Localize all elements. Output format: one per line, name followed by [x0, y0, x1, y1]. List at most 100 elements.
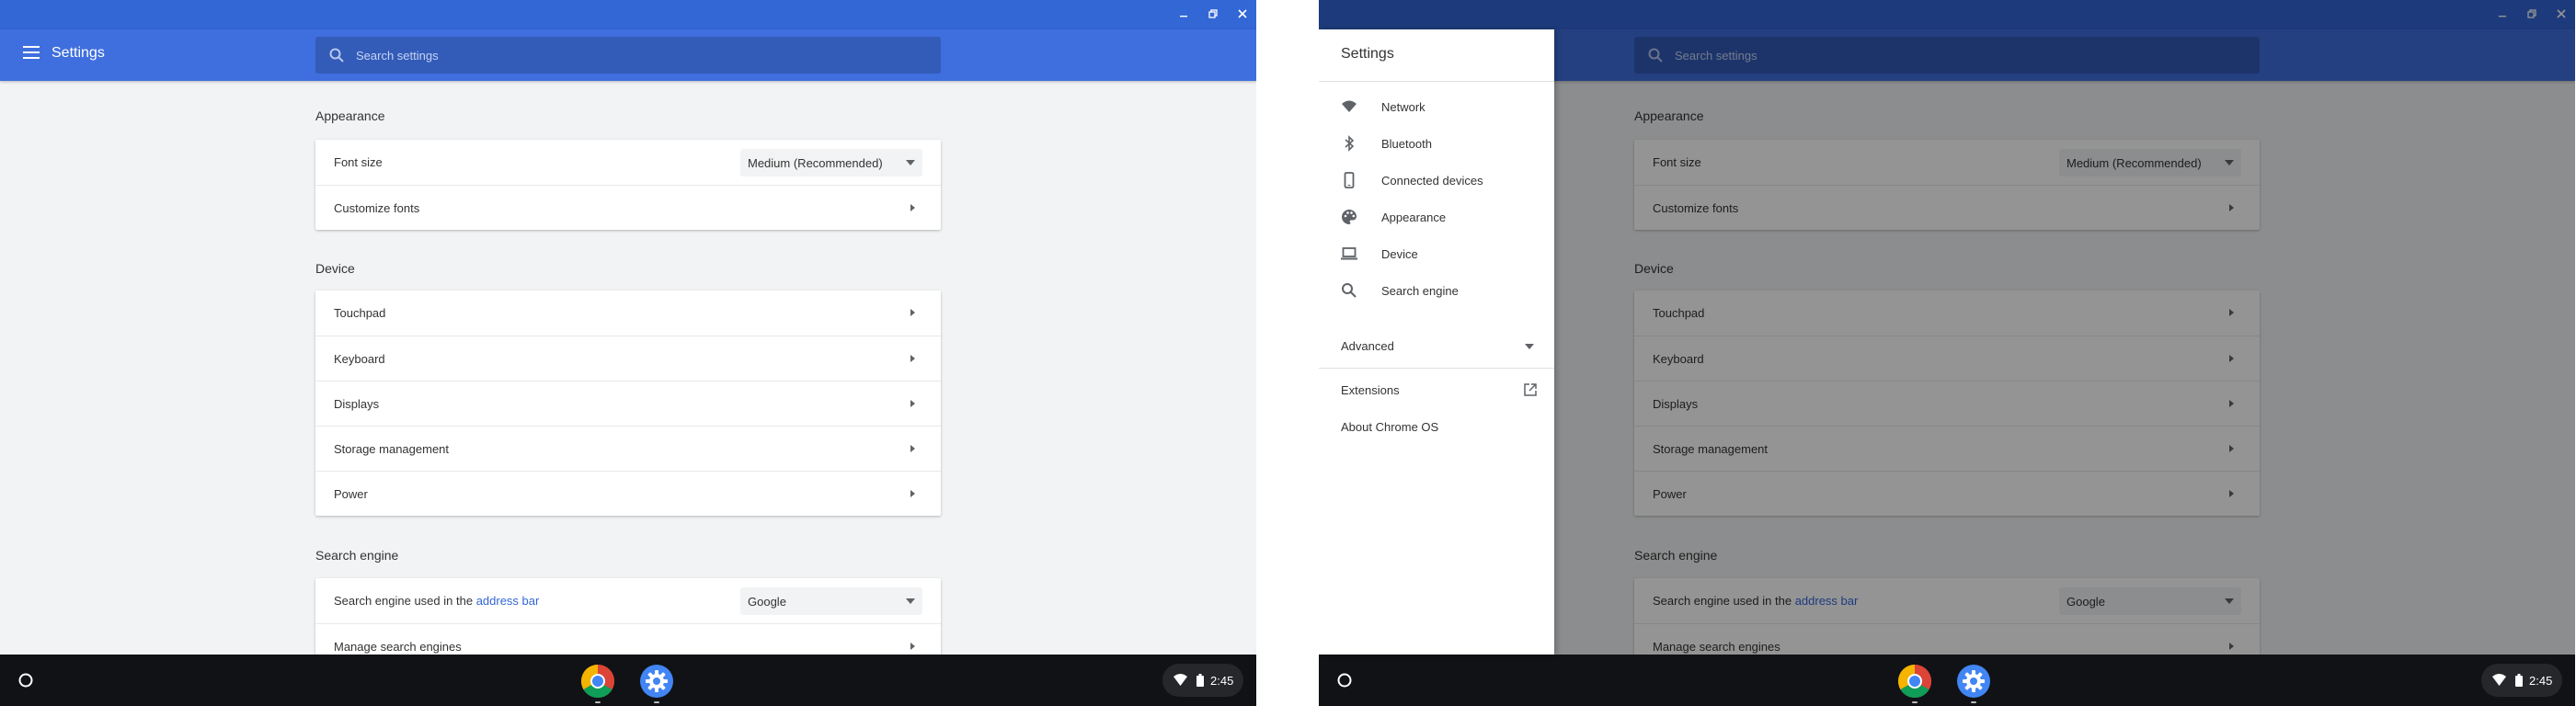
nav-item-device[interactable]: Device — [1319, 235, 1554, 272]
launcher-icon[interactable] — [1334, 669, 1356, 691]
shelf: 2:45 — [1319, 655, 2575, 706]
customize-fonts-row[interactable]: Customize fonts — [315, 185, 941, 230]
nav-item-bluetooth[interactable]: Bluetooth — [1319, 125, 1554, 162]
launcher-icon[interactable] — [15, 669, 37, 691]
chevron-right-icon — [910, 309, 915, 316]
minimize-icon — [1180, 16, 1187, 17]
nav-item-advanced[interactable]: Advanced — [1319, 327, 1554, 364]
nav-item-label: Appearance — [1381, 211, 1447, 224]
wifi-icon — [2492, 674, 2506, 686]
minimize-button[interactable] — [1174, 6, 1194, 24]
device-row-label: Touchpad — [334, 306, 386, 320]
font-size-value: Medium (Recommended) — [748, 156, 883, 170]
address-bar-link[interactable]: address bar — [476, 594, 540, 608]
open-in-new-icon — [1524, 383, 1537, 396]
chrome-app[interactable] — [580, 665, 615, 699]
search-icon — [329, 48, 344, 63]
search-engine-card: Search engine used in the address bar Go… — [315, 578, 941, 655]
close-icon — [1238, 9, 1247, 18]
nav-item-network[interactable]: Network — [1319, 88, 1554, 125]
close-button[interactable] — [1232, 6, 1253, 24]
device-row-displays[interactable]: Displays — [315, 381, 941, 426]
menu-button[interactable] — [18, 42, 44, 68]
search-engine-row: Search engine used in the address bar Go… — [315, 578, 941, 623]
device-row-touchpad[interactable]: Touchpad — [315, 290, 941, 336]
manage-search-engines-row[interactable]: Manage search engines — [315, 623, 941, 655]
nav-item-search-engine[interactable]: Search engine — [1319, 272, 1554, 309]
wifi-icon — [1174, 674, 1187, 686]
section-title-appearance: Appearance — [315, 108, 385, 123]
nav-item-appearance[interactable]: Appearance — [1319, 199, 1554, 235]
device-row-label: Storage management — [334, 442, 450, 456]
nav-item-label: Connected devices — [1381, 174, 1483, 188]
about-label: About Chrome OS — [1341, 420, 1439, 434]
chevron-right-icon — [910, 643, 915, 650]
settings-window-right: Appearance Font size Medium (Recommended… — [1319, 0, 2575, 706]
chevron-right-icon — [910, 445, 915, 452]
device-row-storage[interactable]: Storage management — [315, 426, 941, 471]
status-tray[interactable]: 2:45 — [1162, 664, 1243, 697]
chrome-icon — [580, 665, 615, 699]
title-bar — [0, 0, 1256, 29]
search-engine-select[interactable]: Google — [740, 587, 922, 615]
font-size-label: Font size — [334, 155, 383, 169]
chrome-app[interactable] — [1897, 665, 1932, 699]
dropdown-arrow-icon — [1525, 344, 1534, 349]
font-size-row: Font size Medium (Recommended) — [315, 140, 941, 185]
nav-item-label: Bluetooth — [1381, 137, 1432, 151]
battery-icon — [2515, 674, 2523, 687]
clock: 2:45 — [2529, 674, 2553, 688]
search-input[interactable] — [356, 37, 926, 74]
device-row-power[interactable]: Power — [315, 471, 941, 516]
settings-content: Appearance Font size Medium (Recommended… — [0, 81, 1256, 655]
search-engine-label: Search engine used in the address bar — [334, 594, 539, 608]
page-title: Settings — [52, 45, 105, 61]
drawer-divider — [1319, 368, 1554, 369]
chevron-right-icon — [910, 204, 915, 211]
restore-button[interactable] — [1203, 6, 1223, 24]
nav-item-about[interactable]: About Chrome OS — [1319, 408, 1554, 445]
chevron-right-icon — [910, 355, 915, 362]
search-icon — [1342, 283, 1357, 298]
search-box[interactable] — [315, 37, 941, 74]
appearance-card: Font size Medium (Recommended) Customize… — [315, 140, 941, 230]
laptop-icon — [1341, 247, 1357, 260]
wifi-icon — [1342, 100, 1357, 112]
status-tray[interactable]: 2:45 — [2481, 664, 2562, 697]
settings-toolbar: Settings — [0, 29, 1256, 81]
search-engine-value: Google — [748, 595, 786, 609]
shelf: 2:45 — [0, 655, 1256, 706]
nav-item-label: Network — [1381, 100, 1425, 114]
bluetooth-icon — [1345, 135, 1355, 152]
customize-fonts-label: Customize fonts — [334, 201, 420, 215]
device-row-keyboard[interactable]: Keyboard — [315, 336, 941, 381]
restore-icon — [1208, 9, 1218, 18]
settings-app[interactable] — [640, 665, 673, 698]
settings-running-indicator — [654, 701, 659, 703]
device-row-label: Keyboard — [334, 352, 385, 366]
settings-icon — [1957, 665, 1990, 698]
section-title-search-engine: Search engine — [315, 548, 399, 563]
nav-item-connected-devices[interactable]: Connected devices — [1319, 162, 1554, 199]
device-card: Touchpad Keyboard Displays Storage manag… — [315, 290, 941, 516]
nav-item-extensions[interactable]: Extensions — [1319, 371, 1554, 408]
settings-app[interactable] — [1957, 665, 1990, 698]
font-size-select[interactable]: Medium (Recommended) — [740, 149, 922, 176]
phone-icon — [1344, 172, 1355, 188]
chevron-right-icon — [910, 400, 915, 407]
drawer-title: Settings — [1341, 46, 1394, 62]
nav-item-label: Device — [1381, 247, 1418, 261]
hamburger-icon — [23, 46, 40, 59]
clock: 2:45 — [1210, 674, 1234, 688]
device-row-label: Displays — [334, 397, 380, 411]
drawer-divider — [1319, 81, 1554, 82]
extensions-label: Extensions — [1341, 383, 1400, 397]
dropdown-arrow-icon — [906, 598, 915, 604]
palette-icon — [1342, 210, 1357, 224]
settings-icon — [640, 665, 673, 698]
nav-item-label: Search engine — [1381, 284, 1459, 298]
battery-icon — [1196, 674, 1204, 687]
advanced-label: Advanced — [1341, 339, 1394, 353]
settings-running-indicator — [1971, 701, 1976, 703]
chrome-icon — [1897, 665, 1932, 699]
